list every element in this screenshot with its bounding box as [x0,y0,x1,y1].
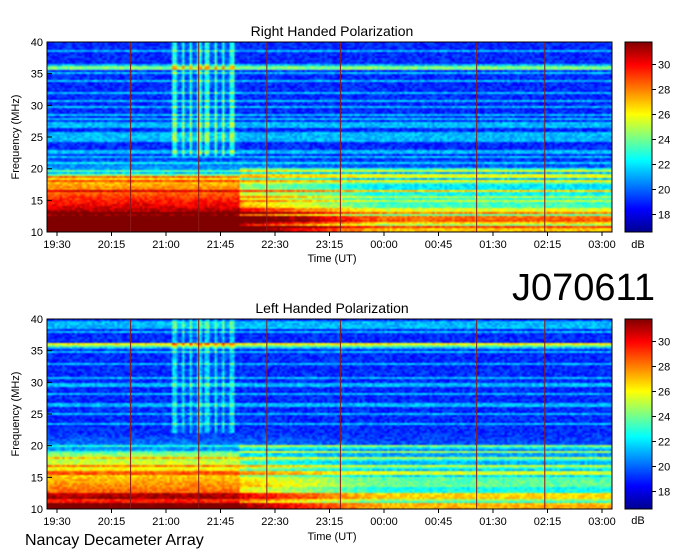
x-tick-label: 01:30 [479,239,507,251]
y-tick-label: 25 [31,132,43,144]
colorbar-tick-label: 18 [658,487,670,499]
colorbar-tick-label: 24 [658,412,670,424]
x-axis-label: Time (UT) [307,531,356,543]
colorbar-tick-label: 30 [658,60,670,72]
spectrogram-image [47,319,612,509]
panel-left-handed: Left Handed Polarization 10152025303540 … [10,300,670,543]
colorbar-tick-label: 30 [658,337,670,349]
y-tick-label: 15 [31,472,43,484]
x-tick-label: 00:45 [425,239,453,251]
x-tick-label: 19:30 [43,239,71,251]
colorbar-ticks: 18 20 22 24 26 28 30 [652,337,670,499]
y-tick-label: 30 [31,377,43,389]
colorbar-label: dB [631,239,644,251]
colorbar-tick-label: 20 [658,462,670,474]
y-tick-label: 20 [31,164,43,176]
colorbar-tick-label: 22 [658,437,670,449]
y-axis-label: Frequency (MHz) [10,95,22,180]
colorbar-tick-label: 26 [658,387,670,399]
panel-title: Right Handed Polarization [251,23,414,39]
x-tick-label: 02:15 [534,239,562,251]
panel-title: Left Handed Polarization [255,300,408,316]
x-tick-label: 23:15 [316,239,344,251]
y-tick-label: 25 [31,409,43,421]
footer-label: Nancay Decameter Array [25,532,204,549]
x-tick-label: 01:30 [479,516,507,528]
panel-right-handed: Right Handed Polarization 10 15 20 25 30 35 40… [10,23,670,265]
y-tick-label: 20 [31,441,43,453]
y-tick-label: 10 [31,504,43,516]
x-tick-label: 23:15 [316,516,344,528]
x-tick-label: 21:45 [207,516,235,528]
colorbar [624,41,653,233]
x-tick-label: 00:00 [370,239,398,251]
x-tick-label: 03:00 [588,516,616,528]
y-tick-label: 40 [31,37,43,49]
x-tick-label: 21:00 [152,516,180,528]
x-tick-label: 20:15 [98,516,126,528]
spectrogram-image [47,42,612,232]
y-tick-label: 30 [31,100,43,112]
colorbar-tick-label: 18 [658,210,670,222]
x-tick-label: 00:45 [425,516,453,528]
colorbar-ticks: 18 20 22 24 26 28 30 [652,60,670,222]
spectrogram-heatmap [47,42,612,232]
colorbar-label: dB [631,515,644,527]
spectrogram-heatmap [47,319,612,509]
x-tick-label: 21:45 [207,239,235,251]
observation-id: J070611 [512,267,655,309]
x-axis-label: Time (UT) [307,253,356,265]
x-axis-ticks: 19:30 20:15 21:00 21:45 22:30 23:15 00:00 00:45… [43,232,616,251]
y-tick-label: 10 [31,227,43,239]
x-tick-label: 21:00 [152,239,180,251]
y-axis-label: Frequency (MHz) [10,372,22,457]
x-tick-label: 03:00 [588,239,616,251]
colorbar [624,318,653,510]
spectrogram-figure: Right Handed Polarization 10 15 20 25 30 35 40… [0,0,680,552]
x-tick-label: 19:30 [43,516,71,528]
figure-canvas: Right Handed Polarization 10 15 20 25 30 35 40… [10,23,670,549]
colorbar-tick-label: 28 [658,362,670,374]
colorbar-tick-label: 24 [658,135,670,147]
colorbar-tick-label: 26 [658,110,670,122]
colorbar-tick-label: 20 [658,185,670,197]
y-tick-label: 35 [31,346,43,358]
y-tick-label: 40 [31,314,43,326]
colorbar-tick-label: 22 [658,160,670,172]
x-tick-label: 22:30 [261,516,289,528]
x-tick-label: 20:15 [98,239,126,251]
y-tick-label: 15 [31,195,43,207]
colorbar-tick-label: 28 [658,85,670,97]
x-tick-label: 02:15 [534,516,562,528]
x-tick-label: 00:00 [370,516,398,528]
y-tick-label: 35 [31,69,43,81]
x-axis-ticks: 19:30 20:15 21:00 21:45 22:30 23:15 00:00 00:45… [43,509,616,528]
x-tick-label: 22:30 [261,239,289,251]
